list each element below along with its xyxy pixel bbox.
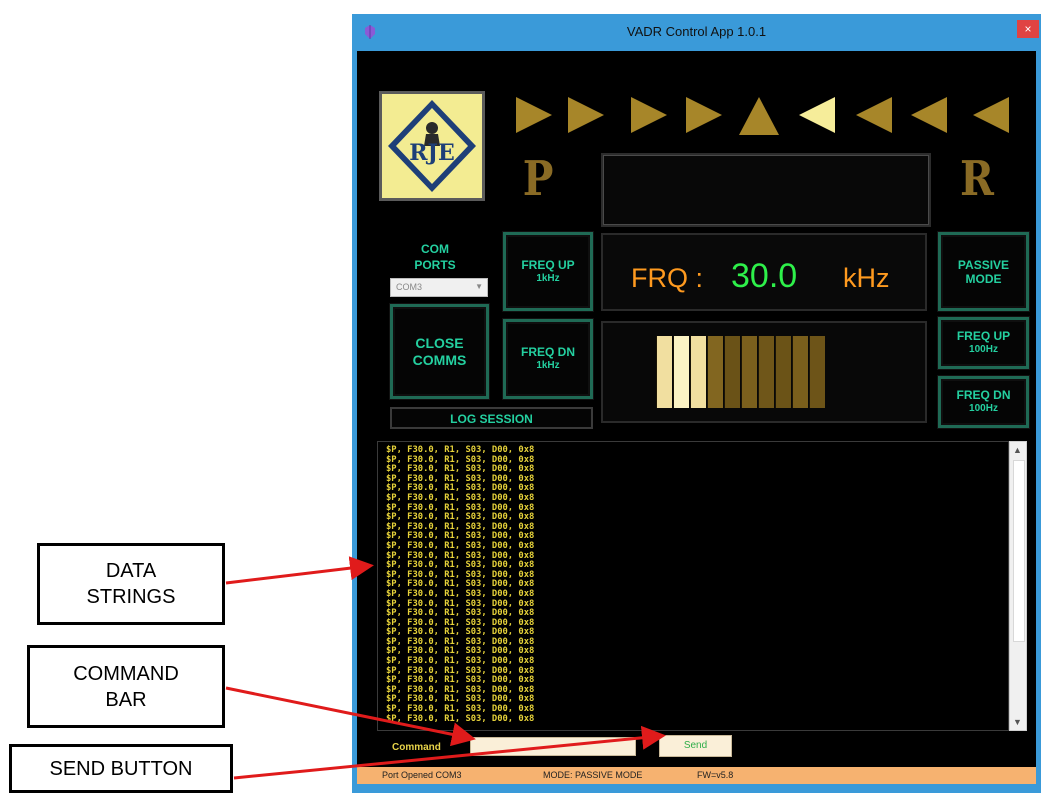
frq-unit: kHz (843, 263, 890, 293)
frequency-display: FRQ : 30.0 kHz (601, 233, 927, 311)
data-log[interactable]: $P, F30.0, R1, S03, D00, 0x8 $P, F30.0, R… (377, 441, 1009, 731)
letter-r: R (959, 151, 994, 207)
level-segment (724, 336, 740, 408)
triangle-left-icon (856, 97, 892, 133)
level-segment (758, 336, 774, 408)
title-bar[interactable]: VADR Control App 1.0.1 × (352, 14, 1041, 51)
freq-up-1khz-button[interactable]: FREQ UP 1kHz (503, 232, 593, 311)
level-segment (792, 336, 808, 408)
level-segment (673, 336, 689, 408)
com-port-select[interactable]: COM3 ▼ (390, 278, 488, 297)
status-port: Port Opened COM3 (382, 770, 462, 780)
play-icon (516, 97, 552, 133)
triangle-up-icon (739, 97, 779, 135)
log-session-button[interactable]: LOG SESSION (390, 407, 593, 429)
close-icon[interactable]: × (1017, 20, 1039, 38)
triangle-left-icon (911, 97, 947, 133)
status-mode: MODE: PASSIVE MODE (543, 770, 643, 780)
rje-logo: RJE (379, 91, 485, 201)
freq-up-100hz-button[interactable]: FREQ UP 100Hz (938, 317, 1029, 369)
log-line: $P, F30.0, R1, S03, D00, 0x8 (386, 713, 535, 724)
app-client-area: RJE P R COM PORTS COM3 ▼ FREQ UP 1kHz CL… (357, 51, 1036, 784)
freq-dn-100hz-button[interactable]: FREQ DN 100Hz (938, 376, 1029, 428)
level-segment (809, 336, 825, 408)
com-ports-label: COM PORTS (414, 242, 456, 272)
chevron-down-icon: ▼ (475, 282, 483, 291)
triangle-left-icon (973, 97, 1009, 133)
status-firmware: FW=v5.8 (697, 770, 734, 780)
play-icon (568, 97, 604, 133)
logo-text: RJE (409, 140, 454, 166)
frq-label: FRQ : (631, 263, 703, 293)
chevron-up-icon[interactable]: ▲ (1013, 445, 1022, 455)
log-lines: $P, F30.0, R1, S03, D00, 0x8 $P, F30.0, R… (386, 445, 535, 724)
callout-data-strings: DATA STRINGS (37, 543, 225, 625)
callout-command-bar: COMMAND BAR (27, 645, 225, 728)
passive-mode-button[interactable]: PASSIVE MODE (938, 232, 1029, 311)
level-segment (690, 336, 706, 408)
close-comms-button[interactable]: CLOSE COMMS (390, 304, 489, 399)
status-bar: Port Opened COM3 MODE: PASSIVE MODE FW=v… (357, 767, 1036, 784)
level-segment (741, 336, 757, 408)
app-window: VADR Control App 1.0.1 × RJE P R COM POR… (352, 14, 1041, 793)
command-label: Command (392, 742, 441, 753)
command-input[interactable] (470, 737, 636, 756)
scroll-thumb[interactable] (1013, 460, 1025, 642)
level-segment (656, 336, 672, 408)
log-scrollbar[interactable]: ▲ ▼ (1009, 441, 1027, 731)
triangle-left-icon (799, 97, 835, 133)
play-icon (686, 97, 722, 133)
frq-value: 30.0 (731, 257, 798, 295)
play-icon (631, 97, 667, 133)
freq-dn-1khz-button[interactable]: FREQ DN 1kHz (503, 319, 593, 399)
callout-send-button: SEND BUTTON (9, 744, 233, 793)
top-display-panel (601, 153, 931, 227)
letter-p: P (522, 151, 554, 207)
level-segment (775, 336, 791, 408)
level-segment (707, 336, 723, 408)
window-title: VADR Control App 1.0.1 (626, 24, 767, 39)
send-button[interactable]: Send (659, 735, 732, 757)
arrow-to-data-strings (225, 556, 374, 585)
chevron-down-icon[interactable]: ▼ (1013, 717, 1022, 727)
